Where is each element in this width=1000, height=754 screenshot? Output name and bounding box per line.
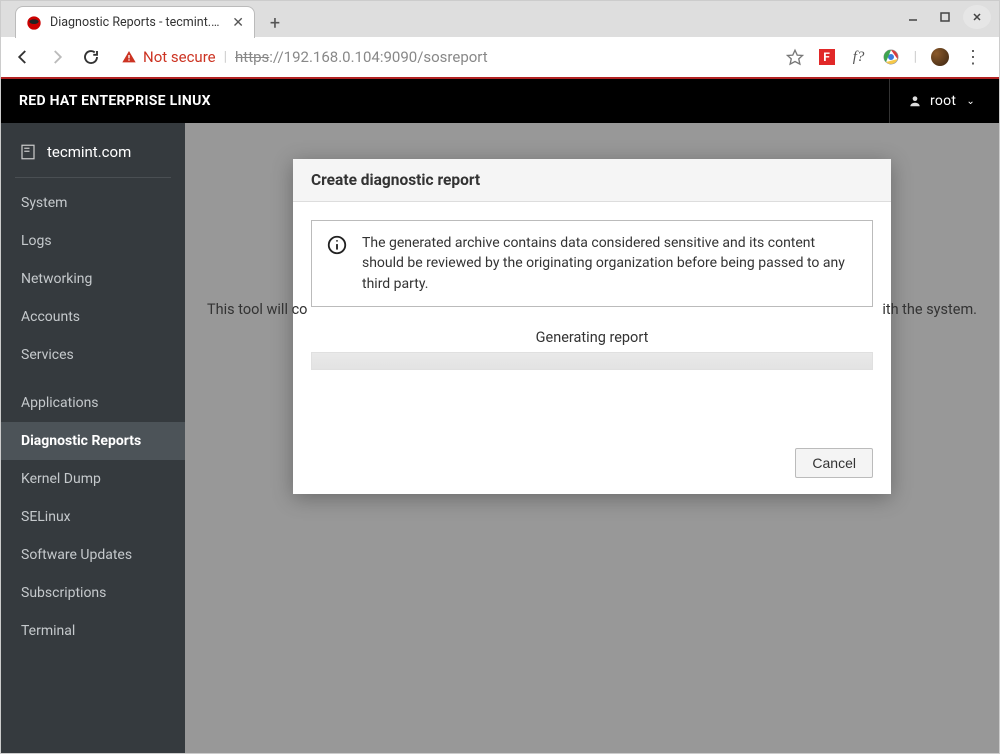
reload-button[interactable] xyxy=(79,45,103,69)
address-bar[interactable]: Not secure | https://192.168.0.104:9090/… xyxy=(113,48,989,66)
host-name: tecmint.com xyxy=(47,143,131,161)
browser-tab[interactable]: Diagnostic Reports - tecmint.co ✕ xyxy=(15,6,255,38)
info-text: The generated archive contains data cons… xyxy=(362,233,858,294)
browser-chrome: Diagnostic Reports - tecmint.co ✕ + Not … xyxy=(1,1,999,79)
sidebar-item-software-updates[interactable]: Software Updates xyxy=(1,536,185,574)
sidebar-item-system[interactable]: System xyxy=(1,184,185,222)
sidebar-item-accounts[interactable]: Accounts xyxy=(1,298,185,336)
sidebar-item-networking[interactable]: Networking xyxy=(1,260,185,298)
back-button[interactable] xyxy=(11,45,35,69)
progress-bar xyxy=(311,352,873,370)
dialog-footer: Cancel xyxy=(293,438,891,494)
tab-title: Diagnostic Reports - tecmint.co xyxy=(50,15,224,30)
brand-title: RED HAT ENTERPRISE LINUX xyxy=(19,93,211,109)
profile-avatar-icon[interactable] xyxy=(931,48,949,66)
sidebar-item-selinux[interactable]: SELinux xyxy=(1,498,185,536)
new-tab-button[interactable]: + xyxy=(261,9,289,37)
favicon-redhat-icon xyxy=(26,15,42,31)
info-icon xyxy=(326,234,348,256)
server-icon xyxy=(19,143,37,161)
sidebar-item-diagnostic-reports[interactable]: Diagnostic Reports xyxy=(1,422,185,460)
sidebar-item-services[interactable]: Services xyxy=(1,336,185,374)
host-label[interactable]: tecmint.com xyxy=(15,137,171,178)
warning-triangle-icon xyxy=(121,49,137,65)
app-body: tecmint.com System Logs Networking Accou… xyxy=(1,123,999,753)
user-name: root xyxy=(930,93,956,109)
create-diagnostic-report-dialog: Create diagnostic report The generated a… xyxy=(293,159,891,494)
tool-description-fragment-right: ith the system. xyxy=(882,301,977,318)
sidebar-item-kernel-dump[interactable]: Kernel Dump xyxy=(1,460,185,498)
window-controls xyxy=(899,5,991,29)
tool-description-fragment-left: This tool will co xyxy=(207,301,307,318)
sidebar-item-terminal[interactable]: Terminal xyxy=(1,612,185,650)
app-header: RED HAT ENTERPRISE LINUX root ⌄ xyxy=(1,79,999,123)
not-secure-warning[interactable]: Not secure xyxy=(121,48,216,66)
user-icon xyxy=(908,94,922,108)
window-minimize-button[interactable] xyxy=(899,5,927,29)
not-secure-label: Not secure xyxy=(143,48,216,66)
forward-button[interactable] xyxy=(45,45,69,69)
extension-fquestion-icon[interactable]: f? xyxy=(850,48,868,66)
tab-close-icon[interactable]: ✕ xyxy=(232,16,244,30)
info-alert: The generated archive contains data cons… xyxy=(311,220,873,307)
chevron-down-icon: ⌄ xyxy=(966,96,975,107)
sidebar-item-logs[interactable]: Logs xyxy=(1,222,185,260)
url-text: https://192.168.0.104:9090/sosreport xyxy=(235,48,488,66)
window-maximize-button[interactable] xyxy=(931,5,959,29)
extension-colorball-icon[interactable] xyxy=(882,48,900,66)
sidebar: tecmint.com System Logs Networking Accou… xyxy=(1,123,185,753)
modal-overlay: This tool will co ith the system. Create… xyxy=(185,123,999,753)
window-close-button[interactable] xyxy=(963,5,991,29)
sidebar-item-subscriptions[interactable]: Subscriptions xyxy=(1,574,185,612)
browser-toolbar: Not secure | https://192.168.0.104:9090/… xyxy=(1,37,999,79)
generating-status-label: Generating report xyxy=(311,329,873,346)
bookmark-star-icon[interactable] xyxy=(786,48,804,66)
sidebar-item-applications[interactable]: Applications xyxy=(1,384,185,422)
cancel-button[interactable]: Cancel xyxy=(795,448,873,478)
dialog-body: The generated archive contains data cons… xyxy=(293,202,891,388)
dialog-title: Create diagnostic report xyxy=(293,159,891,202)
extension-flipboard-icon[interactable]: F xyxy=(818,48,836,66)
user-menu[interactable]: root ⌄ xyxy=(889,79,981,123)
tab-strip: Diagnostic Reports - tecmint.co ✕ + xyxy=(1,1,999,37)
browser-menu-button[interactable]: ⋮ xyxy=(963,48,981,66)
main-content: This tool will co ith the system. Create… xyxy=(185,123,999,753)
